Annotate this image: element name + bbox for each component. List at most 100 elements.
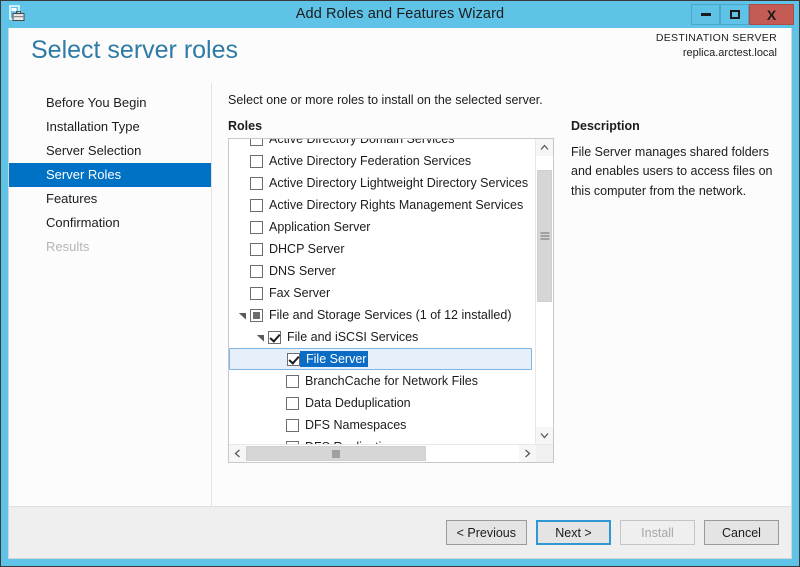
- list-item-label: Fax Server: [263, 286, 330, 300]
- list-item[interactable]: File and Storage Services (1 of 12 insta…: [229, 304, 535, 326]
- next-button[interactable]: Next >: [536, 520, 611, 545]
- client-area: Select server roles DESTINATION SERVER r…: [8, 28, 792, 559]
- list-item[interactable]: DFS Namespaces: [229, 414, 535, 436]
- role-checkbox[interactable]: [250, 139, 263, 146]
- horizontal-scroll-thumb[interactable]: [246, 446, 426, 461]
- role-checkbox[interactable]: [250, 243, 263, 256]
- sidebar-item-results: Results: [9, 235, 211, 259]
- list-item-label: Active Directory Lightweight Directory S…: [263, 176, 528, 190]
- close-icon: X: [767, 8, 776, 22]
- destination-server-label: DESTINATION SERVER: [656, 31, 777, 46]
- title-bar: Add Roles and Features Wizard X: [1, 1, 799, 28]
- description-text: File Server manages shared folders and e…: [571, 143, 779, 201]
- list-item[interactable]: Active Directory Rights Management Servi…: [229, 194, 535, 216]
- roles-vertical-scrollbar[interactable]: [535, 139, 553, 444]
- list-item-label: Application Server: [263, 220, 370, 234]
- list-item[interactable]: DFS Replication: [229, 436, 535, 444]
- minimize-button[interactable]: [691, 4, 720, 25]
- role-checkbox[interactable]: [286, 397, 299, 410]
- scroll-left-arrow-icon[interactable]: [229, 445, 246, 462]
- minimize-icon: [701, 13, 711, 16]
- maximize-icon: [730, 10, 740, 19]
- install-button-label: Install: [641, 526, 674, 540]
- page-title: Select server roles: [31, 36, 238, 65]
- columns: Roles Active Directory Domain ServicesAc…: [228, 119, 779, 506]
- scroll-grip-icon: [540, 233, 549, 240]
- role-checkbox[interactable]: [250, 199, 263, 212]
- content-pane: Select one or more roles to install on t…: [212, 83, 791, 506]
- sidebar-item-server-roles[interactable]: Server Roles: [9, 163, 211, 187]
- cancel-button[interactable]: Cancel: [704, 520, 779, 545]
- scroll-down-arrow-icon[interactable]: [536, 427, 553, 444]
- sidebar-item-confirmation[interactable]: Confirmation: [9, 211, 211, 235]
- sidebar-item-installation-type[interactable]: Installation Type: [9, 115, 211, 139]
- role-checkbox[interactable]: [250, 155, 263, 168]
- destination-server-name: replica.arctest.local: [656, 46, 777, 62]
- destination-server-block: DESTINATION SERVER replica.arctest.local: [656, 31, 777, 62]
- list-item[interactable]: DNS Server: [229, 260, 535, 282]
- wizard-window: Add Roles and Features Wizard X Select s…: [0, 0, 800, 567]
- page-header: Select server roles DESTINATION SERVER r…: [9, 28, 791, 83]
- roles-list-item-selected[interactable]: File Server: [229, 348, 532, 370]
- next-button-label: Next >: [555, 526, 591, 540]
- role-checkbox[interactable]: [286, 441, 299, 445]
- maximize-button[interactable]: [720, 4, 749, 25]
- list-item[interactable]: Application Server: [229, 216, 535, 238]
- roles-listbox[interactable]: Active Directory Domain Services Active D…: [228, 138, 554, 463]
- role-checkbox[interactable]: [286, 419, 299, 432]
- description-column: Description File Server manages shared f…: [571, 119, 779, 506]
- cancel-button-label: Cancel: [722, 526, 761, 540]
- scroll-up-arrow-icon[interactable]: [536, 139, 553, 156]
- previous-button-label: < Previous: [457, 526, 516, 540]
- role-checkbox[interactable]: [250, 287, 263, 300]
- role-checkbox[interactable]: [250, 309, 263, 322]
- install-button: Install: [620, 520, 695, 545]
- list-item[interactable]: Fax Server: [229, 282, 535, 304]
- list-item-label: DNS Server: [263, 264, 336, 278]
- list-item-label: File and iSCSI Services: [281, 330, 418, 344]
- list-item-label: Active Directory Federation Services: [263, 154, 471, 168]
- roles-horizontal-scrollbar[interactable]: [229, 444, 553, 462]
- role-checkbox[interactable]: [250, 265, 263, 278]
- list-item-label: DHCP Server: [263, 242, 344, 256]
- vertical-scroll-track[interactable]: [536, 156, 553, 427]
- role-checkbox[interactable]: [286, 375, 299, 388]
- role-checkbox[interactable]: [250, 221, 263, 234]
- sidebar-item-features[interactable]: Features: [9, 187, 211, 211]
- list-item[interactable]: Active Directory Lightweight Directory S…: [229, 172, 535, 194]
- roles-label: Roles: [228, 119, 554, 133]
- vertical-scroll-thumb[interactable]: [537, 170, 552, 302]
- previous-button[interactable]: < Previous: [446, 520, 527, 545]
- scroll-right-arrow-icon[interactable]: [519, 445, 536, 462]
- sidebar-item-before-you-begin[interactable]: Before You Begin: [9, 91, 211, 115]
- role-checkbox[interactable]: [268, 331, 281, 344]
- list-item-label: Data Deduplication: [299, 396, 411, 410]
- expander-expanded-icon[interactable]: [253, 333, 268, 342]
- list-item-label: DFS Namespaces: [299, 418, 406, 432]
- list-item-label: File and Storage Services (1 of 12 insta…: [263, 308, 512, 322]
- list-item[interactable]: Active Directory Federation Services: [229, 150, 535, 172]
- wizard-nav: Before You Begin Installation Type Serve…: [9, 83, 212, 506]
- list-item-label: BranchCache for Network Files: [299, 374, 478, 388]
- list-item[interactable]: Active Directory Domain Services: [229, 139, 535, 150]
- list-item-label: Active Directory Domain Services: [263, 139, 454, 146]
- list-item[interactable]: File and iSCSI Services: [229, 326, 535, 348]
- scroll-grip-icon: [333, 450, 340, 458]
- role-checkbox[interactable]: [287, 353, 300, 366]
- list-item[interactable]: DHCP Server: [229, 238, 535, 260]
- role-checkbox[interactable]: [250, 177, 263, 190]
- list-item[interactable]: BranchCache for Network Files: [229, 370, 535, 392]
- list-item-label: File Server: [300, 351, 368, 367]
- scrollbar-corner: [536, 445, 553, 462]
- sidebar-item-server-selection[interactable]: Server Selection: [9, 139, 211, 163]
- window-controls: X: [691, 4, 794, 25]
- instruction-text: Select one or more roles to install on t…: [228, 93, 779, 107]
- expander-expanded-icon[interactable]: [235, 311, 250, 320]
- list-item[interactable]: Data Deduplication: [229, 392, 535, 414]
- list-item-label: DFS Replication: [299, 440, 395, 444]
- horizontal-scroll-track[interactable]: [246, 445, 519, 462]
- body-area: Before You Begin Installation Type Serve…: [9, 83, 791, 506]
- close-button[interactable]: X: [749, 4, 794, 25]
- roles-list: Active Directory Domain Services Active D…: [229, 139, 535, 444]
- footer-button-bar: < Previous Next > Install Cancel: [9, 506, 791, 558]
